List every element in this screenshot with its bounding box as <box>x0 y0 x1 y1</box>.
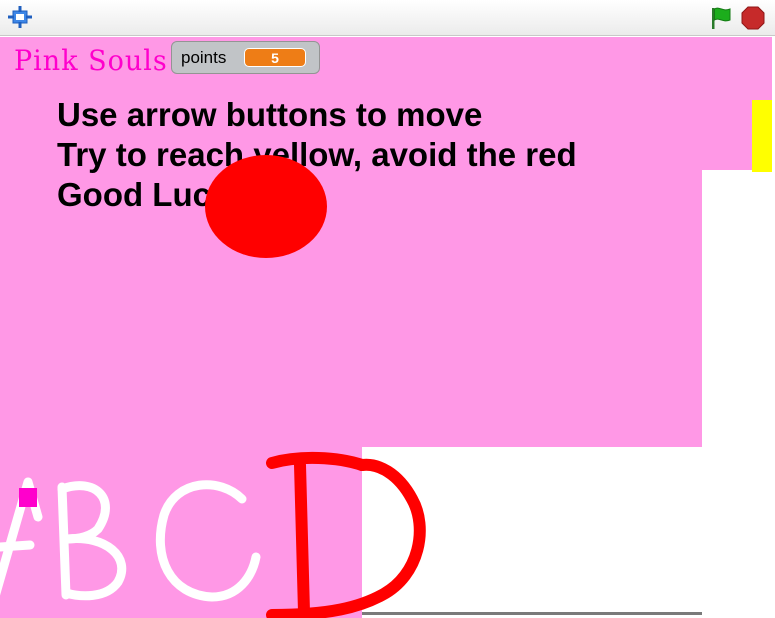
instruction-line: Use arrow buttons to move <box>57 96 483 133</box>
fullscreen-button[interactable] <box>6 5 34 29</box>
green-flag-icon <box>712 7 731 29</box>
game-stage[interactable]: Pink Souls points 5 Use arrow buttons to… <box>0 37 772 618</box>
points-variable-monitor[interactable]: points 5 <box>171 41 320 74</box>
yellow-goal-sprite <box>752 100 772 172</box>
letter-b <box>57 481 127 601</box>
letter-d <box>266 451 426 618</box>
scratch-player-window: Pink Souls points 5 Use arrow buttons to… <box>0 0 775 618</box>
letters-abcd-sprite <box>0 451 426 618</box>
red-ball-enemy <box>205 155 327 258</box>
letter-c <box>155 480 261 602</box>
white-wall-block <box>702 170 772 618</box>
points-label: points <box>181 48 227 67</box>
stop-button[interactable] <box>741 6 765 30</box>
player-sprite <box>19 488 37 507</box>
fullscreen-icon <box>8 6 32 28</box>
stop-sign-icon <box>741 6 765 30</box>
instruction-line: Try to reach yellow, avoid the red <box>57 136 577 173</box>
green-flag-button[interactable] <box>708 5 734 31</box>
points-value: 5 <box>244 48 306 67</box>
game-title: Pink Souls <box>14 45 168 78</box>
player-toolbar <box>0 0 775 36</box>
